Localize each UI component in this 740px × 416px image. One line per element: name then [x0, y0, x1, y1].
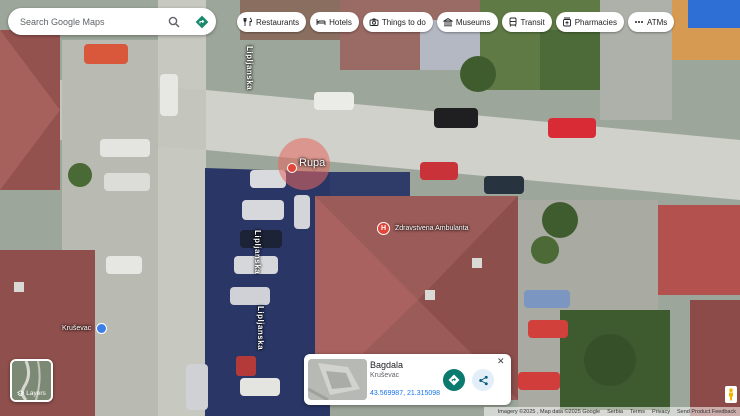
card-directions-button[interactable]	[443, 369, 465, 391]
footer-region[interactable]: Serbia	[607, 409, 623, 415]
pharmacy-icon	[562, 17, 571, 27]
layers-button[interactable]: Layers	[10, 359, 53, 402]
place-card-title: Bagdala	[370, 360, 404, 370]
chip-label: Restaurants	[256, 17, 300, 27]
place-card-subtitle: Kruševac	[370, 372, 400, 379]
directions-icon[interactable]	[194, 14, 210, 30]
street-label-liplјanska-bottom: Liplјanska	[256, 306, 265, 351]
place-card-thumbnail[interactable]	[308, 359, 367, 400]
footer-feedback-link[interactable]: Send Product Feedback	[677, 409, 736, 415]
pegman-street-view-icon[interactable]	[725, 386, 737, 403]
layers-icon	[17, 390, 25, 397]
place-card-coordinates[interactable]: 43.569987, 21.315098	[370, 390, 440, 397]
place-label-krusevac[interactable]: Kruševac	[62, 325, 91, 332]
museum-icon	[442, 17, 453, 27]
chip-things-to-do[interactable]: Things to do	[362, 12, 433, 32]
street-label-liplјanska-mid: Liplјanska	[253, 230, 262, 275]
chip-label: Pharmacies	[574, 17, 617, 27]
chip-hotels[interactable]: Hotels	[310, 12, 359, 32]
footer-attribution: Imagery ©2025 , Map data ©2025 Google	[497, 408, 601, 415]
chip-label: ATMs	[646, 17, 668, 27]
category-chips: Restaurants Hotels Things to do Museums …	[237, 12, 675, 32]
hospital-marker-glyph: H	[380, 225, 387, 232]
search-box[interactable]	[8, 8, 216, 35]
share-icon	[478, 375, 488, 385]
pegman-figure-icon	[729, 388, 733, 401]
place-label-rupa[interactable]: Rupa	[299, 157, 325, 169]
bed-icon	[316, 19, 326, 25]
train-icon	[509, 17, 516, 27]
footer-privacy-link[interactable]: Privacy	[652, 409, 670, 415]
chip-label: Hotels	[329, 17, 352, 27]
chip-restaurants[interactable]: Restaurants	[237, 12, 307, 32]
place-label-zdravstvena-ambulanta[interactable]: Zdravstvena Ambulanta	[395, 225, 469, 232]
card-close-icon[interactable]: ✕	[497, 356, 505, 367]
search-icon[interactable]	[166, 14, 182, 30]
hospital-marker-icon[interactable]: H	[377, 222, 390, 235]
search-input[interactable]	[20, 16, 155, 27]
card-share-button[interactable]	[472, 369, 494, 391]
fork-knife-icon	[243, 17, 252, 26]
aerial-thumbnail-image	[308, 359, 367, 400]
rupa-marker-icon[interactable]	[287, 163, 297, 173]
layers-label: Layers	[26, 390, 46, 397]
chip-pharmacies[interactable]: Pharmacies	[555, 12, 624, 32]
chip-transit[interactable]: Transit	[501, 12, 552, 32]
pin-icon[interactable]	[96, 323, 107, 334]
street-label-liplјanska-top: Liplјanska	[245, 46, 254, 91]
chip-museums[interactable]: Museums	[436, 12, 498, 32]
chip-atms[interactable]: ATMs	[627, 12, 675, 32]
chip-label: Museums	[455, 17, 491, 27]
layers-label-row: Layers	[12, 390, 51, 397]
map-footer: Imagery ©2025 , Map data ©2025 Google Se…	[484, 407, 740, 416]
more-dots-icon	[634, 21, 643, 23]
camera-icon	[369, 18, 379, 26]
footer-terms-link[interactable]: Terms	[630, 409, 645, 415]
chip-label: Things to do	[381, 17, 426, 27]
chip-label: Transit	[520, 17, 545, 27]
directions-icon	[448, 374, 460, 386]
